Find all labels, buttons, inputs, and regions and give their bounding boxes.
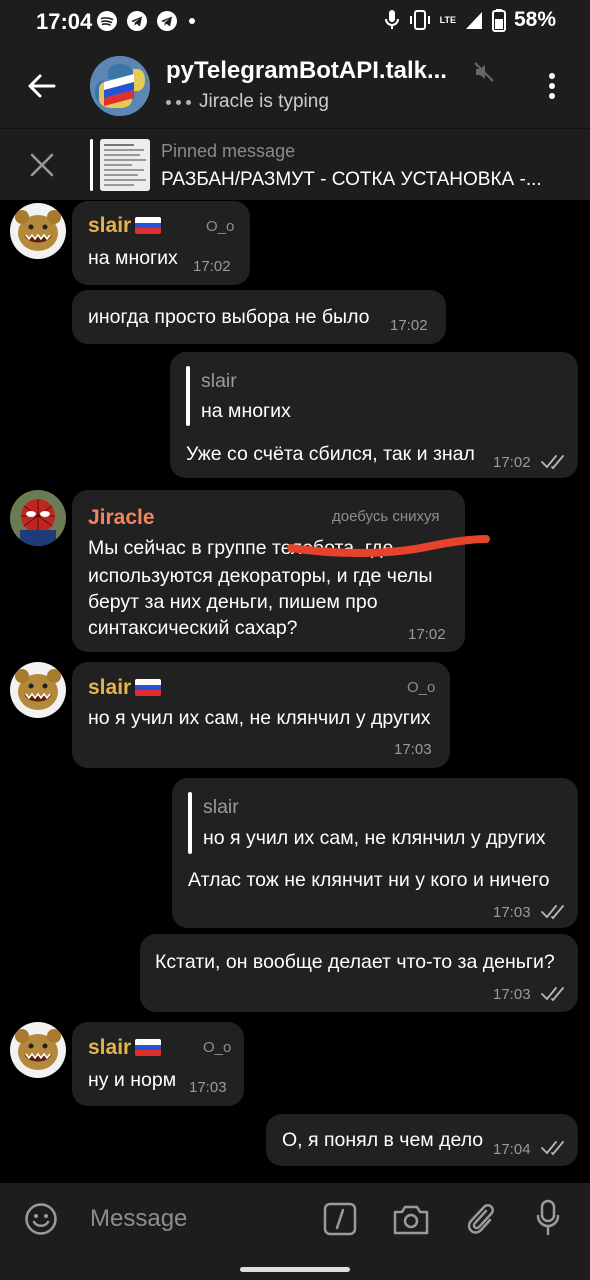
chat-avatar[interactable] <box>90 56 150 116</box>
muted-icon <box>474 62 494 82</box>
message-bubble[interactable]: slair O_o но я учил их сам, не клянчил у… <box>72 662 450 768</box>
reply-sender: slair <box>201 370 237 392</box>
message-text: иногда просто выбора не было <box>88 306 370 328</box>
emoji-icon[interactable] <box>24 1202 58 1236</box>
chat-title[interactable]: pyTelegramBotAPI.talk... <box>166 57 466 85</box>
message-time: 17:03 <box>189 1079 227 1096</box>
attach-icon[interactable] <box>466 1201 496 1237</box>
member-badge: O_o <box>407 679 436 696</box>
typing-indicator: Jiracle is typing <box>166 91 329 113</box>
microphone-icon[interactable] <box>536 1199 560 1237</box>
message-time: 17:02 <box>390 317 428 334</box>
message-time: 17:02 <box>193 258 231 275</box>
russia-flag-icon <box>135 217 162 234</box>
reply-quote-bar <box>186 366 190 426</box>
message-bubble[interactable]: slair O_o ну и норм 17:03 <box>72 1022 244 1106</box>
member-badge: O_o <box>203 1039 232 1056</box>
sender-name: slair <box>88 1036 162 1060</box>
message-time: 17:02 <box>493 454 531 471</box>
notification-dot-icon <box>189 18 195 24</box>
avatar-slair[interactable] <box>10 1022 66 1078</box>
avatar-slair[interactable] <box>10 662 66 718</box>
message-input[interactable] <box>90 1201 310 1237</box>
status-bar: 17:04 LTE 58% <box>0 0 590 44</box>
message-text: на многих <box>88 247 178 269</box>
pinned-label: Pinned message <box>161 141 296 161</box>
bot-commands-icon[interactable] <box>323 1202 357 1236</box>
home-indicator[interactable] <box>240 1267 350 1272</box>
message-time: 17:03 <box>394 741 432 758</box>
mic-status-icon <box>384 10 399 29</box>
pinned-thumbnail <box>100 139 150 191</box>
pinned-indicator <box>90 139 93 191</box>
message-text: ну и норм <box>88 1069 177 1091</box>
vibrate-icon <box>409 10 430 30</box>
close-icon[interactable] <box>28 151 56 179</box>
message-text: Атлас тож не клянчит ни у кого и ничего <box>188 869 550 891</box>
sender-name: Jiracle <box>88 506 155 529</box>
outgoing-message-bubble[interactable]: Кстати, он вообще делает что-то за деньг… <box>140 934 578 1012</box>
read-checks-icon <box>541 905 564 920</box>
typing-text: Jiracle is typing <box>199 91 329 112</box>
spotify-icon <box>97 11 117 31</box>
reply-sender: slair <box>203 796 239 818</box>
message-text-line: используются декораторы, и где челы <box>88 565 433 587</box>
network-type: LTE <box>439 15 456 25</box>
message-bubble[interactable]: иногда просто выбора не было 17:02 <box>72 290 446 344</box>
signal-icon <box>465 12 482 29</box>
status-time: 17:04 <box>36 9 93 34</box>
battery-icon <box>491 9 506 32</box>
red-scribble-annotation <box>287 535 490 557</box>
typing-dots-icon <box>166 99 191 105</box>
pinned-message-bar[interactable]: Pinned message РАЗБАН/РАЗМУТ - СОТКА УСТ… <box>0 128 590 200</box>
message-time: 17:04 <box>493 1141 531 1158</box>
telegram-icon-2 <box>157 11 177 31</box>
chat-header: pyTelegramBotAPI.talk... Jiracle is typi… <box>0 44 590 128</box>
read-checks-icon <box>541 987 564 1002</box>
message-text: Кстати, он вообще делает что-то за деньг… <box>155 951 555 973</box>
russia-flag-icon <box>135 679 162 696</box>
outgoing-message-bubble[interactable]: slair на многих Уже со счёта сбился, так… <box>170 352 578 478</box>
reply-text: но я учил их сам, не клянчил у других <box>203 827 546 849</box>
message-text-line: синтаксический сахар? <box>88 617 298 639</box>
message-text-line: берут за них деньги, пишем про <box>88 591 378 613</box>
message-text: Уже со счёта сбился, так и знал <box>186 443 475 465</box>
read-checks-icon <box>541 1141 564 1156</box>
more-menu-icon[interactable] <box>540 70 564 102</box>
message-time: 17:02 <box>408 626 446 643</box>
battery-percent: 58% <box>513 8 556 31</box>
message-bubble[interactable]: Jiracle доебусь снихуя Мы сейчас в групп… <box>72 490 465 652</box>
telegram-icon <box>127 11 147 31</box>
message-bubble[interactable]: slair O_o на многих 17:02 <box>72 201 250 285</box>
avatar-slair[interactable] <box>10 203 66 259</box>
message-text: О, я понял в чем дело <box>282 1129 484 1151</box>
reply-text: на многих <box>201 400 291 422</box>
message-text: но я учил их сам, не клянчил у других <box>88 707 431 729</box>
composer-bar <box>0 1183 590 1280</box>
sender-name: slair <box>88 214 162 238</box>
pinned-text: РАЗБАН/РАЗМУТ - СОТКА УСТАНОВКА -... <box>161 169 542 190</box>
member-badge: O_o <box>206 218 235 235</box>
outgoing-message-bubble[interactable]: slair но я учил их сам, не клянчил у дру… <box>172 778 578 928</box>
read-checks-icon <box>541 455 564 470</box>
member-badge: доебусь снихуя <box>332 508 440 525</box>
outgoing-message-bubble[interactable]: О, я понял в чем дело 17:04 <box>266 1114 578 1166</box>
reply-quote-bar <box>188 792 192 854</box>
message-time: 17:03 <box>493 986 531 1003</box>
russia-flag-icon <box>135 1039 162 1056</box>
sender-name: slair <box>88 676 162 700</box>
avatar-jiracle[interactable] <box>10 490 66 546</box>
back-arrow-icon[interactable] <box>22 66 62 106</box>
message-time: 17:03 <box>493 904 531 921</box>
camera-icon[interactable] <box>392 1202 430 1236</box>
